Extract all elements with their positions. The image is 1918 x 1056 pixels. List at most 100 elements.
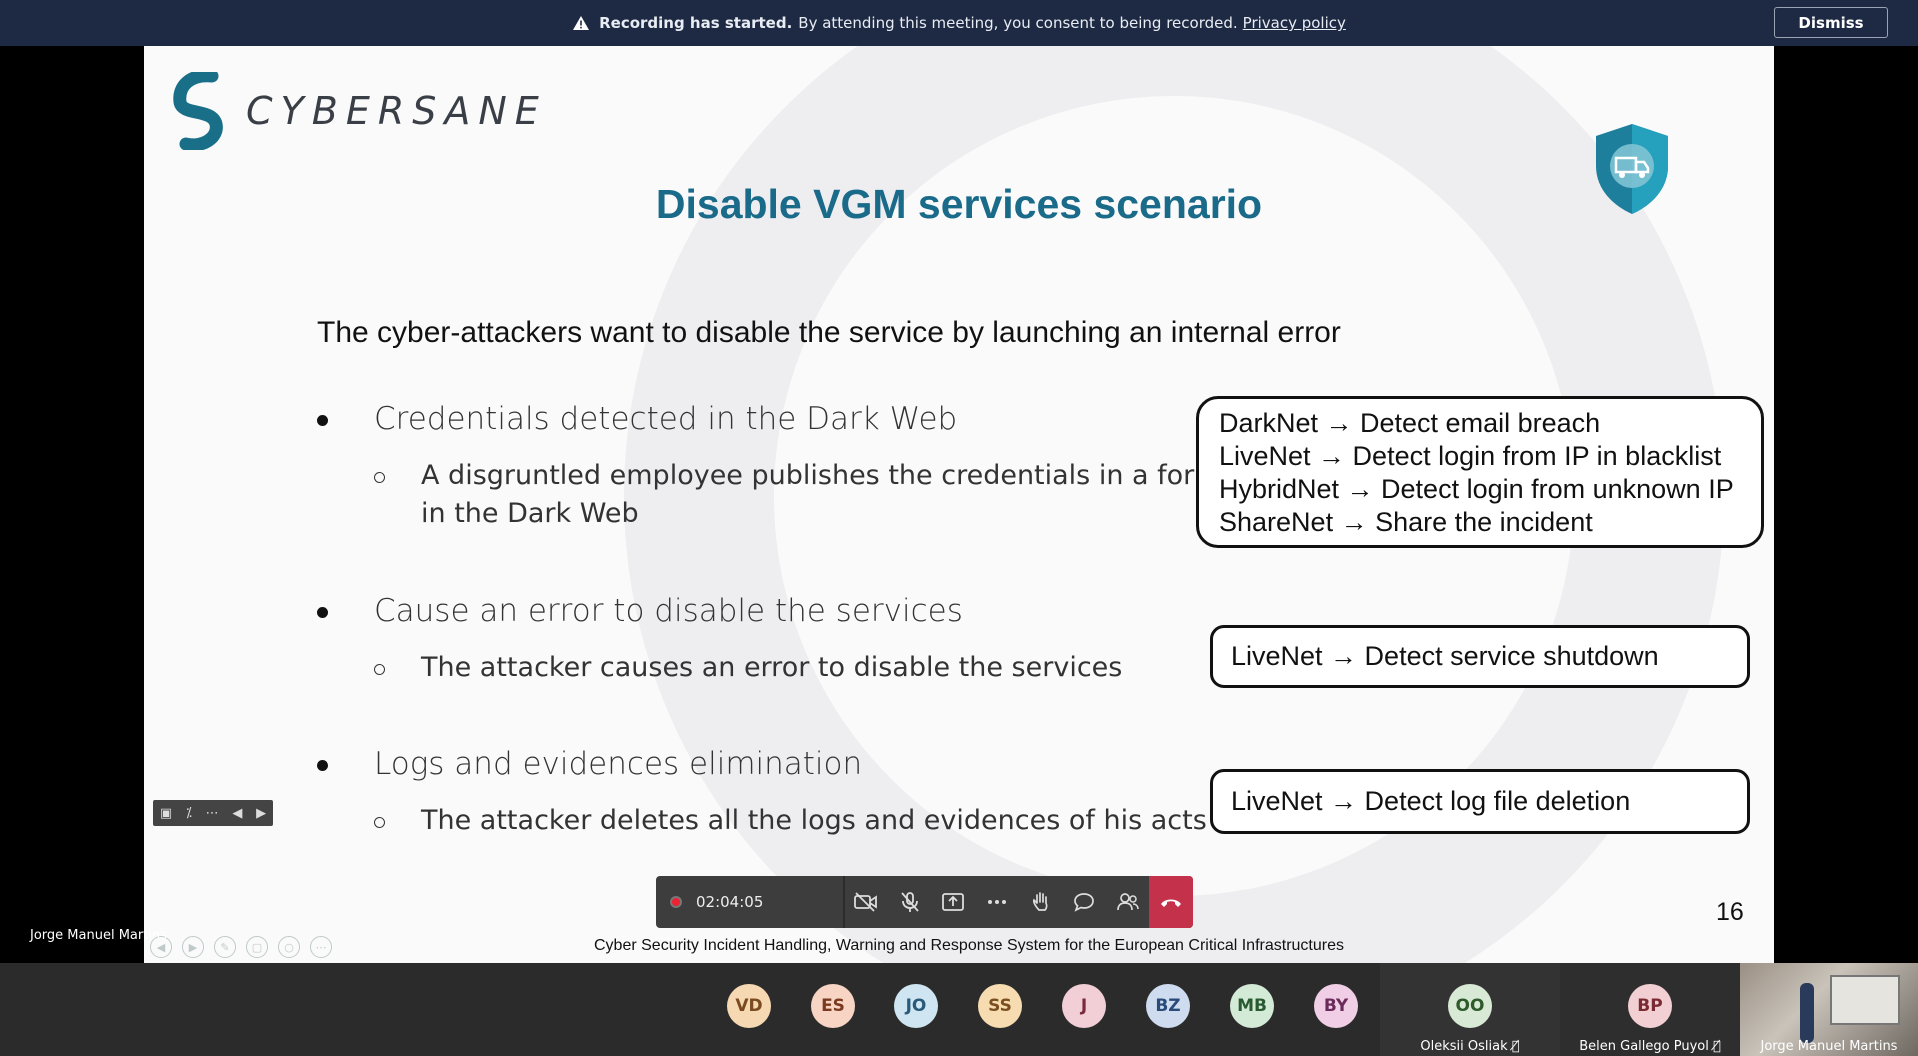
sub-bullet-text: The attacker deletes all the logs and ev… bbox=[421, 805, 1207, 836]
slide-intro: The cyber-attackers want to disable the … bbox=[317, 316, 1341, 349]
hand-icon bbox=[1032, 892, 1048, 911]
avatar-initials: ES bbox=[821, 996, 845, 1016]
hang-up-icon bbox=[1161, 899, 1182, 907]
forward-icon[interactable]: ▶ bbox=[182, 936, 204, 958]
recording-indicator: 02:04:05 bbox=[656, 876, 845, 928]
copy-icon[interactable]: ▢ bbox=[246, 936, 268, 958]
more-icon[interactable]: ⋯ bbox=[206, 806, 219, 821]
more-actions-button[interactable] bbox=[975, 876, 1019, 928]
chat-icon bbox=[1074, 893, 1094, 912]
dismiss-button[interactable]: Dismiss bbox=[1774, 7, 1888, 38]
participant-name-text: Belen Gallego Puyol bbox=[1579, 1039, 1709, 1054]
raise-hand-button[interactable] bbox=[1019, 876, 1063, 928]
bullet-text: Credentials detected in the Dark Web bbox=[374, 401, 958, 437]
bullet-dot bbox=[317, 415, 328, 426]
shared-slide: CYBERSANE Disable VGM services scenario … bbox=[144, 46, 1774, 963]
share-screen-button[interactable] bbox=[932, 876, 976, 928]
sub-bullet-text: A disgruntled employee publishes the cre… bbox=[421, 460, 1238, 491]
detection-box: LiveNet → Detect service shutdown bbox=[1210, 625, 1750, 688]
participant-avatar[interactable]: J bbox=[1062, 984, 1106, 1028]
box-line: LiveNet → Detect login from IP in blackl… bbox=[1219, 441, 1722, 471]
call-timer: 02:04:05 bbox=[696, 893, 764, 911]
share-screen-icon bbox=[942, 893, 965, 911]
muted-mic-icon: 🎙̸ bbox=[1712, 1039, 1721, 1054]
box-line: LiveNet → Detect service shutdown bbox=[1231, 641, 1659, 671]
privacy-policy-link[interactable]: Privacy policy bbox=[1243, 14, 1346, 32]
call-controls: 02:04:05 bbox=[656, 876, 1193, 928]
sub-bullet-ring bbox=[374, 472, 385, 483]
chat-button[interactable] bbox=[1062, 876, 1106, 928]
avatar-initials: MB bbox=[1237, 996, 1267, 1016]
detection-box: LiveNet → Detect log file deletion bbox=[1210, 769, 1750, 834]
participants-button[interactable] bbox=[1106, 876, 1150, 928]
camera-off-button[interactable] bbox=[845, 876, 889, 928]
video-tile-name: Jorge Manuel Martins bbox=[1760, 1039, 1898, 1054]
mic-off-icon bbox=[901, 892, 919, 912]
participant-tile[interactable]: BP Belen Gallego Puyol 🎙̸ bbox=[1560, 963, 1740, 1056]
participant-avatar[interactable]: JO bbox=[894, 984, 938, 1028]
leave-call-button[interactable] bbox=[1149, 876, 1193, 928]
people-icon bbox=[1116, 893, 1139, 911]
previous-slide-icon[interactable]: ◀ bbox=[232, 806, 242, 821]
pen-icon[interactable]: ✎ bbox=[214, 936, 236, 958]
projector-screen bbox=[1830, 975, 1900, 1025]
record-dot-icon bbox=[670, 896, 682, 908]
avatar-initials: J bbox=[1080, 996, 1088, 1016]
monitor-icon[interactable]: ▣ bbox=[160, 806, 172, 821]
logo-text: CYBERSANE bbox=[246, 89, 547, 133]
participant-avatar[interactable]: SS bbox=[978, 984, 1022, 1028]
bullet-text: Logs and evidences elimination bbox=[374, 746, 863, 782]
banner-message: Recording has started. By attending this… bbox=[0, 0, 1918, 46]
zoom-icon[interactable]: ⁒ bbox=[186, 806, 192, 821]
box-line: LiveNet → Detect log file deletion bbox=[1231, 786, 1631, 816]
participant-name: Oleksii Osliak 🎙̸ bbox=[1380, 1039, 1560, 1054]
avatar-initials: BZ bbox=[1155, 996, 1181, 1016]
participant-avatar[interactable]: BZ bbox=[1146, 984, 1190, 1028]
recording-banner: Recording has started. By attending this… bbox=[0, 0, 1918, 46]
avatar-initials: SS bbox=[988, 996, 1012, 1016]
next-slide-icon[interactable]: ▶ bbox=[256, 806, 266, 821]
participant-avatar: BP bbox=[1628, 984, 1672, 1028]
camera-off-icon bbox=[854, 892, 878, 912]
sub-bullet-text: in the Dark Web bbox=[421, 498, 639, 529]
warning-icon bbox=[573, 16, 590, 30]
more-icon bbox=[988, 900, 1007, 904]
bullet-dot bbox=[317, 607, 328, 618]
slide-page-number: 16 bbox=[1716, 898, 1744, 926]
participant-bar: VD ES JO SS J BZ MB BY OO Oleksii Osliak… bbox=[0, 963, 1918, 1056]
search-icon[interactable]: ○ bbox=[278, 936, 300, 958]
participant-name: Belen Gallego Puyol 🎙̸ bbox=[1560, 1039, 1740, 1054]
box-line: HybridNet → Detect login from unknown IP bbox=[1219, 474, 1734, 504]
muted-mic-icon: 🎙̸ bbox=[1511, 1039, 1520, 1054]
cybersane-logo: CYBERSANE bbox=[172, 72, 547, 150]
cybersane-logo-icon bbox=[173, 72, 223, 150]
participant-avatar[interactable]: VD bbox=[727, 984, 771, 1028]
box-line: ShareNet → Share the incident bbox=[1219, 507, 1593, 537]
box-line: DarkNet → Detect email breach bbox=[1219, 408, 1601, 438]
slide-footer: Cyber Security Incident Handling, Warnin… bbox=[594, 937, 1344, 954]
sub-bullet-ring bbox=[374, 817, 385, 828]
avatar-initials: JO bbox=[905, 996, 927, 1016]
more-options-icon[interactable]: ⋯ bbox=[310, 936, 332, 958]
presenter-figure bbox=[1800, 983, 1814, 1043]
bullet-text: Cause an error to disable the services bbox=[374, 593, 963, 629]
detection-box: DarkNet → Detect email breach LiveNet → … bbox=[1196, 396, 1764, 548]
avatar-initials: BY bbox=[1323, 996, 1349, 1016]
sub-bullet-text: The attacker causes an error to disable … bbox=[421, 652, 1123, 683]
participant-name-text: Oleksii Osliak bbox=[1420, 1039, 1508, 1054]
presenter-video-tile[interactable]: Jorge Manuel Martins bbox=[1740, 963, 1918, 1056]
slide-nav-icons: ◀ ▶ ✎ ▢ ○ ⋯ bbox=[150, 936, 332, 958]
participant-avatar[interactable]: BY bbox=[1314, 984, 1358, 1028]
participant-avatar: OO bbox=[1448, 984, 1492, 1028]
banner-text: By attending this meeting, you consent t… bbox=[798, 14, 1238, 32]
avatar-initials: BP bbox=[1637, 996, 1663, 1016]
bullet-dot bbox=[317, 760, 328, 771]
slide-title: Disable VGM services scenario bbox=[655, 181, 1263, 227]
slide-viewer-toolbar: ▣ ⁒ ⋯ ◀ ▶ bbox=[153, 800, 273, 826]
participant-tile[interactable]: OO Oleksii Osliak 🎙̸ bbox=[1380, 963, 1560, 1056]
participant-avatar[interactable]: MB bbox=[1230, 984, 1274, 1028]
sub-bullet-ring bbox=[374, 664, 385, 675]
participant-avatar[interactable]: ES bbox=[811, 984, 855, 1028]
mute-button[interactable] bbox=[888, 876, 932, 928]
avatar-initials: VD bbox=[735, 996, 763, 1016]
